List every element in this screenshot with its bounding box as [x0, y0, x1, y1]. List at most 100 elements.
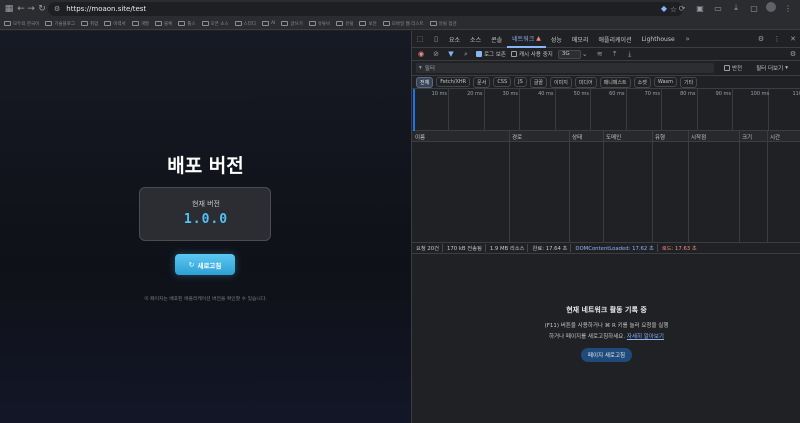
device-toggle-icon[interactable]: ▯	[428, 31, 444, 48]
type-filter-pill[interactable]: 매니페스트	[599, 76, 631, 88]
column-header[interactable]: 크기	[742, 133, 752, 141]
column-header[interactable]: 상태	[572, 133, 582, 141]
timeline-tick-label: 110	[792, 91, 800, 97]
bookmark-folder[interactable]: 유튜브	[308, 21, 330, 27]
disable-cache-checkbox[interactable]: 캐시 사용 중지	[511, 50, 553, 58]
reload-icon[interactable]: ↻	[35, 2, 49, 16]
type-filter-pill[interactable]: 소켓	[633, 76, 651, 88]
type-filter-pill[interactable]: JS	[514, 77, 527, 87]
bookmark-folder[interactable]: 취업	[80, 21, 98, 27]
bookmark-folder[interactable]: 글쓰기	[281, 21, 303, 27]
sidepanel-icon[interactable]: ▭	[712, 2, 724, 14]
inspect-icon[interactable]: ⬚	[412, 31, 428, 48]
filter-input[interactable]: ▾ 필터	[416, 63, 714, 73]
chevron-down-icon[interactable]: ⌄	[580, 50, 590, 58]
tab-console[interactable]: 콘솔	[486, 31, 507, 48]
column-header[interactable]: 도메인	[606, 133, 621, 141]
search-icon[interactable]: ⌕	[461, 50, 471, 59]
filter-placeholder: 필터	[424, 66, 435, 72]
puzzle-icon[interactable]: ▣	[694, 2, 706, 14]
learn-more-link[interactable]: 자세히 알아보기	[627, 334, 664, 340]
type-filter-pill[interactable]: 이미지	[550, 76, 572, 88]
bookmark-folder[interactable]: 오픈 소스	[201, 21, 229, 27]
bookmark-folder[interactable]: 기술블로그	[45, 21, 75, 27]
site-info-icon[interactable]: ⚙	[54, 5, 60, 13]
bookmark-label: 모두의 한국어	[13, 21, 40, 27]
bookmark-folder[interactable]: 유틸 점검	[429, 21, 457, 27]
column-header[interactable]: 경로	[512, 133, 522, 141]
menu-icon[interactable]: ⋮	[782, 2, 794, 14]
type-filter-pill[interactable]: Wasm	[653, 77, 678, 87]
wifi-icon[interactable]: ≋	[595, 50, 605, 58]
sync-icon[interactable]: ⟳	[676, 2, 688, 14]
record-icon[interactable]: ◉	[416, 50, 426, 58]
download-har-icon[interactable]: ⤓	[625, 50, 635, 59]
invert-checkbox[interactable]: 반전	[724, 64, 742, 72]
bookmark-folder[interactable]: 스터디	[234, 21, 256, 27]
tab-sources[interactable]: 소스	[465, 31, 486, 48]
warning-icon: ▲	[536, 34, 541, 42]
more-filters-dropdown[interactable]: 필터 더보기 ▾	[756, 64, 788, 72]
bookmark-folder[interactable]: 툴스	[178, 21, 196, 27]
tab-network[interactable]: 네트워크 ▲	[507, 31, 546, 48]
settings-icon[interactable]: ⚙	[753, 31, 769, 48]
url-text: https://moaon.site/test	[66, 5, 147, 13]
column-header[interactable]: 시작점	[691, 133, 706, 141]
column-divider[interactable]	[739, 131, 740, 242]
column-header[interactable]: 시간	[770, 133, 780, 141]
type-filter-pill[interactable]: 글꼴	[529, 76, 548, 88]
type-filter-pill[interactable]: Fetch/XHR	[436, 77, 471, 87]
column-divider[interactable]	[652, 131, 653, 242]
empty-state-title: 현재 네트워크 활동 기록 중	[566, 306, 647, 314]
throttling-select[interactable]: 3G	[557, 49, 581, 59]
upload-icon[interactable]: ⤒	[610, 50, 620, 59]
filter-icon[interactable]: ▼	[446, 50, 456, 58]
cast-icon[interactable]: ▢	[748, 2, 760, 14]
timeline-tick-label: 30 ms	[502, 91, 518, 97]
bookmark-folder[interactable]: 이력서	[104, 21, 126, 27]
timeline-gridline	[732, 89, 733, 131]
tab-application[interactable]: 애플리케이션	[593, 31, 636, 48]
column-divider[interactable]	[569, 131, 570, 242]
column-divider[interactable]	[688, 131, 689, 242]
bookmark-folder[interactable]: 개발	[131, 21, 149, 27]
download-icon[interactable]: ⤓	[730, 2, 742, 14]
column-divider[interactable]	[767, 131, 768, 242]
chevron-down-icon: ▾	[785, 65, 788, 71]
tab-lighthouse[interactable]: Lighthouse	[637, 31, 680, 48]
type-filter-pill[interactable]: 전체	[416, 76, 434, 88]
clear-icon[interactable]: ⊘	[431, 50, 441, 58]
bookmark-folder[interactable]: 유틸	[336, 21, 353, 27]
close-icon[interactable]: ✕	[785, 31, 800, 48]
bookmark-folder[interactable]: 블록	[154, 21, 172, 27]
bookmark-folder[interactable]: 보안	[359, 21, 377, 27]
avatar[interactable]	[766, 2, 776, 12]
more-tabs-icon[interactable]: »	[680, 31, 696, 48]
column-divider[interactable]	[509, 131, 510, 242]
timeline-gridline	[554, 89, 556, 131]
folder-icon	[234, 21, 242, 26]
tab-elements[interactable]: 요소	[444, 31, 465, 48]
type-filter-pill[interactable]: 미디어	[574, 76, 597, 88]
extension-icon[interactable]: ◆	[658, 2, 670, 14]
folder-icon	[336, 21, 344, 26]
preserve-log-checkbox[interactable]: 로그 보존	[476, 50, 506, 58]
tab-memory[interactable]: 메모리	[567, 31, 594, 48]
type-filter-pill[interactable]: 문서	[473, 76, 491, 88]
refresh-button[interactable]: ↻ 새로고침	[175, 254, 235, 275]
column-header[interactable]: 이름	[415, 133, 425, 141]
kebab-menu-icon[interactable]: ⋮	[769, 31, 785, 48]
network-overview-timeline[interactable]: 10 ms 20 ms 30 ms 40 ms 50 ms 60 ms 70 ms 80 ms…	[412, 89, 800, 131]
column-divider[interactable]	[603, 131, 604, 242]
column-header[interactable]: 유형	[655, 133, 665, 141]
tab-performance[interactable]: 성능	[546, 31, 567, 48]
type-filter-pill[interactable]: 기타	[680, 76, 698, 88]
folder-icon	[261, 21, 269, 26]
bookmark-folder[interactable]: AI	[261, 21, 275, 26]
bookmark-folder[interactable]: 모두의 한국어	[4, 21, 39, 27]
network-settings-icon[interactable]: ⚙	[788, 50, 798, 58]
bookmark-folder[interactable]: 모바일 웹 리스트	[382, 21, 424, 27]
reload-page-button[interactable]: 페이지 새로고침	[580, 348, 633, 362]
type-filter-pill[interactable]: CSS	[493, 77, 512, 87]
address-bar[interactable]: ⚙ https://moaon.site/test ☆	[48, 2, 683, 16]
